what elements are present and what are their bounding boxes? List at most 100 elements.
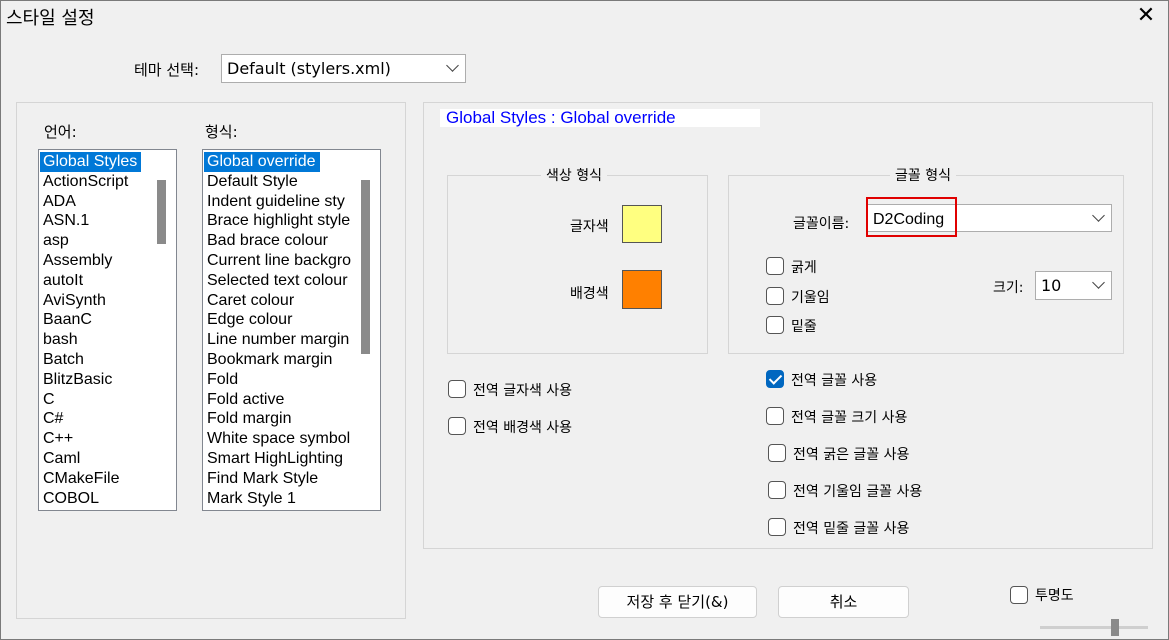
style-list-item-label: Bad brace colour bbox=[207, 232, 328, 250]
language-list-item[interactable]: C bbox=[40, 390, 156, 410]
style-list-item[interactable]: White space symbol bbox=[204, 429, 356, 449]
style-list[interactable]: Global override Default Style Indent guide… bbox=[202, 149, 381, 511]
style-list-item[interactable]: Find Mark Style bbox=[204, 469, 356, 489]
global-bg-label: 전역 배경색 사용 bbox=[473, 420, 573, 436]
style-label: 형식: bbox=[205, 123, 238, 141]
language-list-item[interactable]: BlitzBasic bbox=[40, 370, 156, 390]
underline-checkbox[interactable] bbox=[766, 316, 784, 334]
style-list-item[interactable]: Fold active bbox=[204, 390, 356, 410]
close-icon[interactable]: ✕ bbox=[1133, 2, 1159, 30]
language-list-item[interactable]: asp bbox=[40, 231, 156, 251]
language-list-item[interactable]: autoIt bbox=[40, 271, 156, 291]
language-list-item-label: bash bbox=[43, 331, 78, 349]
transparency-label: 투명도 bbox=[1035, 588, 1074, 604]
language-list-item[interactable]: C# bbox=[40, 409, 156, 429]
style-list-item-label: Line number margin bbox=[207, 331, 350, 349]
bold-label: 굵게 bbox=[791, 260, 817, 276]
italic-label: 기울임 bbox=[791, 290, 830, 306]
global-underline-checkbox[interactable] bbox=[768, 518, 786, 536]
style-list-item[interactable]: Edge colour bbox=[204, 310, 356, 330]
global-font-checkbox[interactable] bbox=[766, 370, 784, 388]
language-list-item-label: BlitzBasic bbox=[43, 370, 113, 388]
background-color-swatch[interactable] bbox=[622, 270, 662, 309]
style-list-item[interactable]: Default Style bbox=[204, 172, 356, 192]
bold-checkbox[interactable] bbox=[766, 257, 784, 275]
global-font-size-checkbox[interactable] bbox=[766, 407, 784, 425]
style-list-item[interactable]: Bad brace colour bbox=[204, 231, 356, 251]
language-list-item-label: CMakeFile bbox=[43, 469, 120, 487]
background-label: 배경색 bbox=[570, 286, 609, 302]
style-list-item[interactable]: Fold margin bbox=[204, 409, 356, 429]
style-list-item[interactable]: Line number margin bbox=[204, 330, 356, 350]
style-list-item-label: Fold margin bbox=[207, 410, 292, 428]
style-list-item-label: Selected text colour bbox=[207, 271, 348, 289]
global-bold-checkbox[interactable] bbox=[768, 444, 786, 462]
language-list-item-label: ADA bbox=[43, 192, 76, 210]
foreground-color-swatch[interactable] bbox=[622, 205, 662, 243]
language-list-item[interactable]: Batch bbox=[40, 350, 156, 370]
language-list-item[interactable]: bash bbox=[40, 330, 156, 350]
chevron-down-icon bbox=[446, 59, 459, 72]
transparency-checkbox[interactable] bbox=[1010, 586, 1028, 604]
style-list-item-label: Global override bbox=[204, 152, 320, 172]
style-list-item[interactable]: Current line backgro bbox=[204, 251, 356, 271]
font-size-label: 크기: bbox=[993, 280, 1024, 296]
style-scrollbar[interactable] bbox=[361, 180, 370, 354]
language-label: 언어: bbox=[44, 123, 77, 141]
language-list-item[interactable]: Assembly bbox=[40, 251, 156, 271]
language-list-item[interactable]: COBOL bbox=[40, 489, 156, 509]
global-font-label: 전역 글꼴 사용 bbox=[791, 373, 878, 389]
theme-select[interactable]: Default (stylers.xml) bbox=[221, 54, 466, 83]
language-list-item[interactable]: CMakeFile bbox=[40, 469, 156, 489]
style-list-item[interactable]: Brace highlight style bbox=[204, 211, 356, 231]
language-list-item-label: Assembly bbox=[43, 251, 113, 269]
chevron-down-icon bbox=[1092, 209, 1105, 222]
foreground-label: 글자색 bbox=[570, 219, 609, 235]
global-italic-label: 전역 기울임 글꼴 사용 bbox=[793, 484, 923, 500]
style-list-item[interactable]: Mark Style 1 bbox=[204, 489, 356, 509]
language-list-item-label: Batch bbox=[43, 350, 84, 368]
save-close-button[interactable]: 저장 후 닫기(&) bbox=[598, 586, 757, 618]
language-scrollbar[interactable] bbox=[157, 180, 166, 244]
style-list-item-label: White space symbol bbox=[207, 430, 351, 448]
style-list-item[interactable]: Indent guideline sty bbox=[204, 192, 356, 212]
style-list-item[interactable]: Global override bbox=[204, 152, 356, 172]
style-list-item[interactable]: Smart HighLighting bbox=[204, 449, 356, 469]
style-list-item-label: Bookmark margin bbox=[207, 350, 333, 368]
language-list-item-label: Global Styles bbox=[40, 152, 142, 172]
language-list-item[interactable]: Global Styles bbox=[40, 152, 156, 172]
global-bg-checkbox[interactable] bbox=[448, 417, 466, 435]
global-italic-checkbox[interactable] bbox=[768, 481, 786, 499]
cancel-button[interactable]: 취소 bbox=[778, 586, 909, 618]
transparency-slider-track[interactable] bbox=[1040, 626, 1148, 629]
style-header: Global Styles : Global override bbox=[446, 108, 676, 127]
font-size-select[interactable]: 10 bbox=[1035, 271, 1112, 300]
language-list-item[interactable]: AviSynth bbox=[40, 291, 156, 311]
global-fg-checkbox[interactable] bbox=[448, 380, 466, 398]
style-list-item-label: Smart HighLighting bbox=[207, 449, 344, 467]
style-list-item[interactable]: Bookmark margin bbox=[204, 350, 356, 370]
global-font-size-label: 전역 글꼴 크기 사용 bbox=[791, 410, 908, 426]
language-list-item[interactable]: ActionScript bbox=[40, 172, 156, 192]
language-list-item[interactable]: ADA bbox=[40, 192, 156, 212]
style-list-item-label: Indent guideline sty bbox=[207, 192, 345, 210]
style-list-item-label: Mark Style 1 bbox=[207, 489, 296, 507]
language-list[interactable]: Global Styles ActionScript ADA ASN.1 asp Asse… bbox=[38, 149, 177, 511]
color-group-title: 색상 형식 bbox=[541, 165, 607, 185]
language-list-item[interactable]: C++ bbox=[40, 429, 156, 449]
italic-checkbox[interactable] bbox=[766, 287, 784, 305]
language-list-item[interactable]: BaanC bbox=[40, 310, 156, 330]
theme-value: Default (stylers.xml) bbox=[227, 59, 391, 78]
language-list-item[interactable]: ASN.1 bbox=[40, 211, 156, 231]
language-list-item-label: ASN.1 bbox=[43, 212, 90, 230]
theme-label: 테마 선택: bbox=[134, 61, 200, 79]
style-list-item[interactable]: Selected text colour bbox=[204, 271, 356, 291]
transparency-slider-thumb[interactable] bbox=[1111, 619, 1119, 636]
style-list-item[interactable]: Caret colour bbox=[204, 291, 356, 311]
font-size-value: 10 bbox=[1041, 276, 1062, 295]
language-list-item[interactable]: Caml bbox=[40, 449, 156, 469]
style-list-item[interactable]: Fold bbox=[204, 370, 356, 390]
style-list-item-label: Default Style bbox=[207, 172, 298, 190]
language-list-item-label: COBOL bbox=[43, 489, 100, 507]
font-group-title: 글꼴 형식 bbox=[890, 165, 956, 185]
